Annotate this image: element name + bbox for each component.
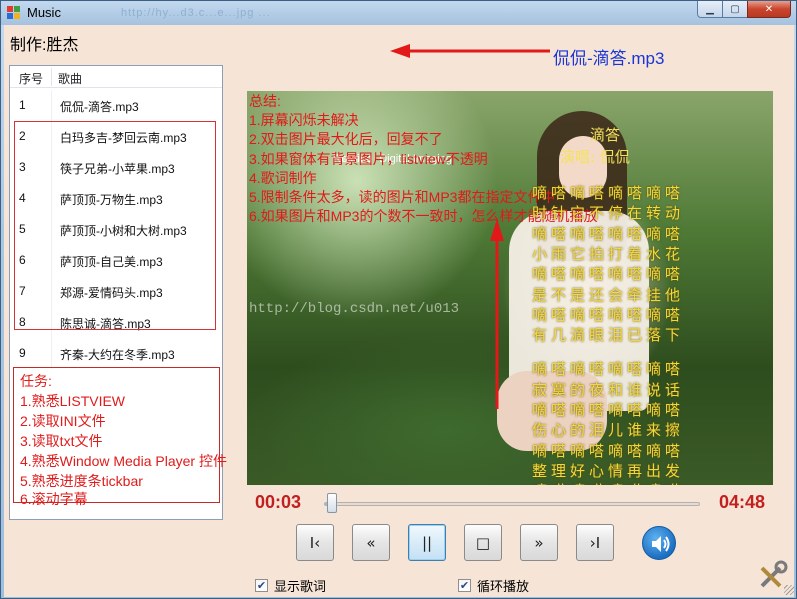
author-label: 制作:胜杰 — [10, 37, 79, 54]
seek-thumb[interactable] — [326, 493, 337, 513]
task-item: 4.熟悉Window Media Player 控件 — [20, 453, 227, 469]
window-title-ghost: http://hy...d3.c...e...jpg ... — [121, 7, 271, 19]
row-divider — [51, 338, 52, 369]
title-bar[interactable]: Music http://hy...d3.c...e...jpg ... ▁ ▢… — [1, 1, 796, 25]
playlist-header: 序号 歌曲 — [10, 66, 222, 88]
app-window: Music http://hy...d3.c...e...jpg ... ▁ ▢… — [0, 0, 797, 599]
arrow-up-annotation — [490, 219, 504, 409]
lyric-line: 嘀嗒嘀嗒嘀嗒嘀嗒 — [532, 224, 685, 243]
lyric-line: 有几滴眼泪已落下 — [532, 326, 685, 345]
lyrics-singer: 演唱: 侃侃 — [560, 148, 630, 166]
stop-button[interactable]: □ — [464, 524, 502, 561]
speaker-icon — [652, 536, 670, 552]
window-title: Music — [27, 5, 61, 20]
first-track-button[interactable]: I‹ — [296, 524, 334, 561]
summary-item: 2.双击图片最大化后，回复不了 — [249, 131, 443, 147]
loop-play-checkbox[interactable]: ✔ 循环播放 — [458, 576, 529, 595]
task-item: 3.读取txt文件 — [20, 433, 103, 449]
stop-icon: □ — [475, 533, 491, 552]
album-picture[interactable]: Rejoice Digital Imaging http://blog.csdn… — [247, 91, 773, 485]
task-item: 5.熟悉进度条tickbar — [20, 473, 143, 489]
app-icon — [7, 6, 21, 20]
summary-heading: 总结: — [249, 93, 281, 109]
row-song: 侃侃-滴答.mp3 — [60, 100, 139, 114]
checkbox-check-icon[interactable]: ✔ — [458, 579, 471, 592]
lyric-line: 小雨它拍打着水花 — [532, 244, 685, 263]
tasks-heading: 任务: — [20, 373, 52, 389]
lyric-line: 嘀嗒嘀嗒嘀嗒嘀嗒 — [532, 184, 685, 202]
close-icon: ✕ — [764, 3, 774, 15]
lyric-line: 伤心的泪儿谁来擦 — [532, 421, 685, 440]
summary-item: 1.屏幕闪烁未解决 — [249, 112, 359, 128]
close-button[interactable]: ✕ — [747, 1, 791, 18]
blog-watermark: http://blog.csdn.net/u013 — [249, 301, 460, 317]
forward-button[interactable]: » — [520, 524, 558, 561]
lyric-line: 嘀嗒嘀嗒嘀嗒嘀嗒 — [532, 305, 685, 324]
lyric-line: 时针它不停在转动 — [532, 204, 685, 223]
show-lyrics-label: 显示歌词 — [274, 579, 327, 594]
column-header-no[interactable]: 序号 — [19, 70, 43, 87]
last-track-button[interactable]: ›I — [576, 524, 614, 561]
annotation-box — [14, 121, 216, 330]
summary-item: 5.限制条件太多，读的图片和MP3都在指定文件中 — [249, 189, 556, 205]
loop-play-label: 循环播放 — [477, 579, 530, 594]
summary-item: 4.歌词制作 — [249, 170, 317, 186]
fast-forward-icon: » — [534, 533, 544, 552]
summary-item: 3.如果窗体有背景图片，listview不透明 — [249, 151, 488, 167]
task-item: 2.读取INI文件 — [20, 413, 106, 429]
row-song: 齐秦-大约在冬季.mp3 — [60, 348, 175, 362]
seek-bar[interactable] — [324, 502, 700, 506]
lyric-line: 嘀嗒嘀嗒嘀嗒嘀嗒 — [532, 360, 685, 379]
rewind-icon: « — [366, 533, 376, 552]
lyric-line: 整理好心情再出发 — [532, 461, 685, 480]
pause-icon: || — [421, 533, 433, 552]
maximize-button[interactable]: ▢ — [722, 1, 748, 18]
minimize-icon: ▁ — [706, 3, 714, 15]
client-area: 制作:胜杰 侃侃-滴答.mp3 序号 歌曲 1 侃侃-滴答.mp3 2 白玛多吉-梦回… — [4, 25, 794, 597]
volume-button[interactable] — [642, 526, 676, 560]
lyric-line: 寂寞的夜和谁说话 — [532, 380, 685, 399]
lyric-line: 嘀嗒嘀嗒嘀嗒嘀嗒 — [532, 480, 684, 485]
lyric-line: 嘀嗒嘀嗒嘀嗒嘀嗒 — [532, 265, 685, 284]
arrow-left-annotation — [390, 44, 550, 58]
row-number: 9 — [19, 346, 26, 360]
column-divider[interactable] — [51, 68, 52, 86]
column-header-song[interactable]: 歌曲 — [58, 70, 82, 87]
skip-last-icon: ›I — [589, 533, 601, 552]
resize-grip[interactable] — [784, 585, 794, 595]
lyric-line: 嘀嗒嘀嗒嘀嗒嘀嗒 — [532, 401, 685, 419]
playlist-row[interactable]: 9 齐秦-大约在冬季.mp3 — [10, 338, 222, 369]
total-time: 04:48 — [719, 492, 766, 512]
show-lyrics-checkbox[interactable]: ✔ 显示歌词 — [255, 576, 326, 595]
row-divider — [51, 90, 52, 121]
now-playing-label: 侃侃-滴答.mp3 — [553, 49, 665, 68]
checkbox-check-icon[interactable]: ✔ — [255, 579, 268, 592]
maximize-icon: ▢ — [730, 3, 740, 15]
row-number: 1 — [19, 98, 26, 112]
current-time: 00:03 — [255, 492, 302, 512]
task-item: 1.熟悉LISTVIEW — [20, 393, 126, 409]
minimize-button[interactable]: ▁ — [697, 1, 723, 18]
lyrics-title: 滴答 — [590, 126, 621, 144]
task-item: 6.滚动字幕 — [20, 491, 88, 507]
pause-button[interactable]: || — [408, 524, 446, 561]
tasks-annotation: 任务: 1.熟悉LISTVIEW 2.读取INI文件 3.读取txt文件 4.熟… — [13, 367, 227, 507]
lyric-line: 是不是还会牵挂他 — [532, 285, 685, 304]
skip-first-icon: I‹ — [309, 533, 321, 552]
lyric-line: 嘀嗒嘀嗒嘀嗒嘀嗒 — [532, 441, 685, 460]
rewind-button[interactable]: « — [352, 524, 390, 561]
playlist-row[interactable]: 1 侃侃-滴答.mp3 — [10, 90, 222, 121]
